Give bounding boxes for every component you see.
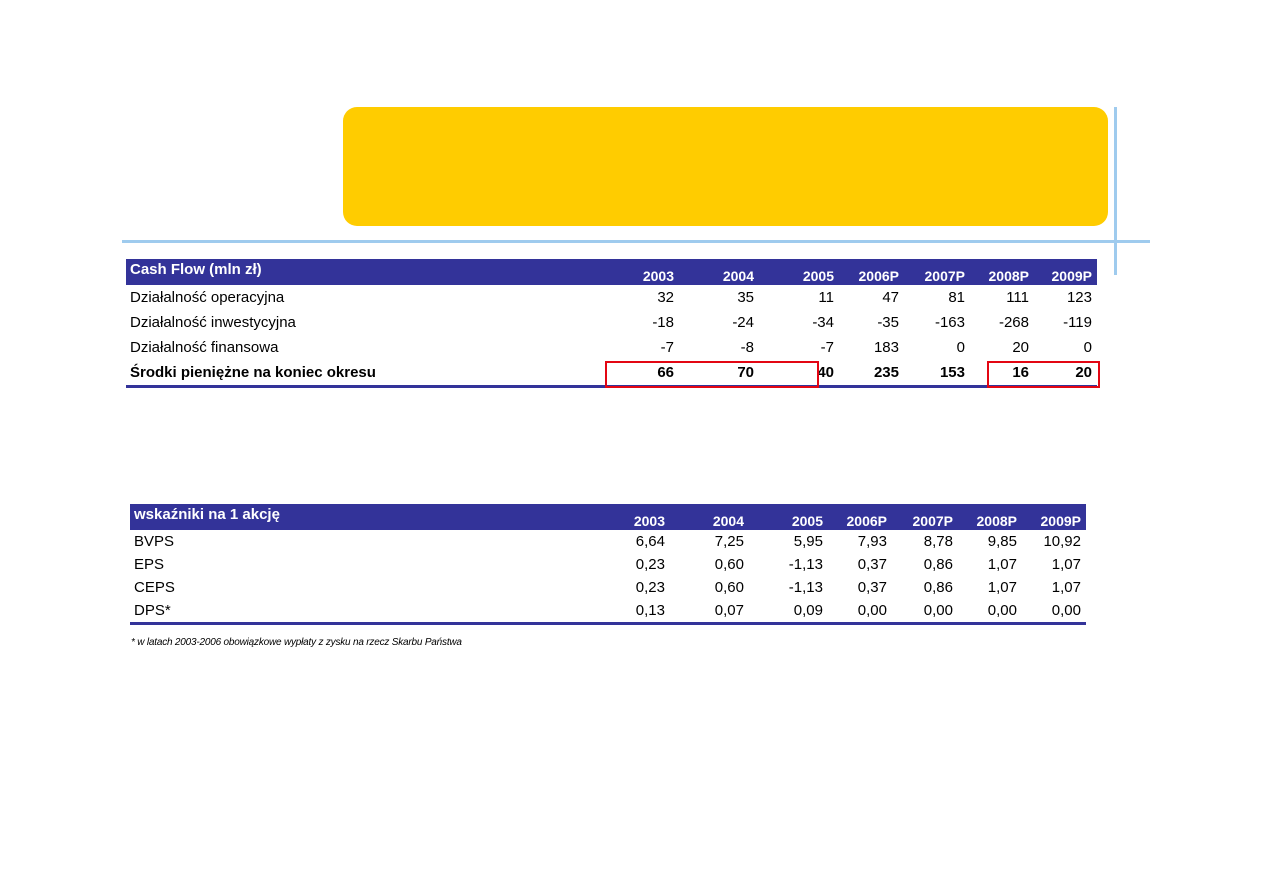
decorative-vertical-line <box>1114 107 1117 275</box>
cell-value: 0,00 <box>892 599 958 625</box>
cell-value: 35 <box>737 289 754 306</box>
cell-value: 7,25 <box>714 533 744 550</box>
cell-value: 0,23 <box>635 579 665 596</box>
cell-value: 5,95 <box>793 533 823 550</box>
table-row: Działalność inwestycyjna -18 -24 -34 -35… <box>126 310 1097 335</box>
highlight-box-2008-2009 <box>987 361 1100 388</box>
cell-value: -1,13 <box>788 579 823 596</box>
year-header: 2009P <box>1022 504 1086 530</box>
cell-value: -163 <box>934 314 965 331</box>
cell-value: 32 <box>657 289 674 306</box>
cell-value: -7 <box>820 339 834 356</box>
cell-value: 0,07 <box>670 599 749 625</box>
year-header: 2005 <box>749 504 828 530</box>
cell-value: -119 <box>1063 314 1092 331</box>
row-label: Działalność inwestycyjna <box>130 314 296 331</box>
cell-value: 183 <box>873 339 899 356</box>
cell-value: 10,92 <box>1043 533 1081 550</box>
cell-value: 123 <box>1066 289 1092 306</box>
cell-value: 1,07 <box>987 579 1017 596</box>
cell-value: 0,00 <box>828 599 892 625</box>
cell-value: 0,00 <box>1022 599 1086 625</box>
cell-value: 1,07 <box>1051 579 1081 596</box>
year-header: 2005 <box>759 259 839 285</box>
cell-value: 11 <box>818 289 834 306</box>
table-row: BVPS 6,64 7,25 5,95 7,93 8,78 9,85 10,92 <box>130 530 1086 553</box>
cell-value: 0,37 <box>857 579 887 596</box>
cell-value: 0,13 <box>590 599 670 625</box>
cell-value: 6,64 <box>635 533 665 550</box>
cell-value: 0,86 <box>923 579 953 596</box>
row-label: EPS <box>134 556 165 573</box>
cell-value: 0,00 <box>958 599 1022 625</box>
table-row: EPS 0,23 0,60 -1,13 0,37 0,86 1,07 1,07 <box>130 553 1086 576</box>
year-header: 2008P <box>970 259 1034 285</box>
cell-value: -24 <box>732 314 754 331</box>
year-header: 2007P <box>904 259 970 285</box>
cell-value: 0,37 <box>857 556 887 573</box>
cell-value: -268 <box>998 314 1029 331</box>
cell-value: 47 <box>882 289 899 306</box>
year-header: 2008P <box>958 504 1022 530</box>
row-label: Działalność operacyjna <box>130 289 285 306</box>
cell-value: -8 <box>740 339 754 356</box>
per-share-table: wskaźniki na 1 akcję 2003 2004 2005 2006… <box>130 504 1086 625</box>
cell-value: -1,13 <box>788 556 823 573</box>
table-row: CEPS 0,23 0,60 -1,13 0,37 0,86 1,07 1,07 <box>130 576 1086 599</box>
cell-value: 153 <box>904 360 970 388</box>
cell-value: 0 <box>956 339 965 356</box>
cell-value: -7 <box>660 339 674 356</box>
year-header: 2004 <box>679 259 759 285</box>
cell-value: 0 <box>1083 339 1092 356</box>
row-label: Środki pieniężne na koniec okresu <box>126 360 599 388</box>
decorative-horizontal-line <box>122 240 1150 243</box>
year-header: 2003 <box>599 259 679 285</box>
per-share-title: wskaźniki na 1 akcję <box>130 504 590 530</box>
cell-value: 1,07 <box>987 556 1017 573</box>
cell-value: 0,86 <box>923 556 953 573</box>
cell-value: 7,93 <box>857 533 887 550</box>
highlight-box-2003-2005 <box>605 361 819 388</box>
year-header: 2009P <box>1034 259 1097 285</box>
cell-value: 0,60 <box>714 579 744 596</box>
table-row: DPS* 0,13 0,07 0,09 0,00 0,00 0,00 0,00 <box>130 599 1086 625</box>
row-label: CEPS <box>134 579 175 596</box>
cell-value: 0,60 <box>714 556 744 573</box>
slide-title-box <box>343 107 1108 226</box>
cash-flow-header-row: Cash Flow (mln zł) 2003 2004 2005 2006P … <box>126 259 1097 285</box>
per-share-header-row: wskaźniki na 1 akcję 2003 2004 2005 2006… <box>130 504 1086 530</box>
year-header: 2004 <box>670 504 749 530</box>
year-header: 2007P <box>892 504 958 530</box>
row-label: BVPS <box>134 533 175 550</box>
cell-value: 20 <box>1012 339 1029 356</box>
year-header: 2003 <box>590 504 670 530</box>
year-header: 2006P <box>828 504 892 530</box>
cell-value: 1,07 <box>1051 556 1081 573</box>
cell-value: 0,23 <box>635 556 665 573</box>
year-header: 2006P <box>839 259 904 285</box>
cell-value: -34 <box>812 314 834 331</box>
cell-value: 111 <box>1006 289 1029 306</box>
row-label: Działalność finansowa <box>130 339 279 356</box>
table-row: Działalność finansowa -7 -8 -7 183 0 20 … <box>126 335 1097 360</box>
cell-value: -18 <box>652 314 674 331</box>
cell-value: 8,78 <box>923 533 953 550</box>
cash-flow-title: Cash Flow (mln zł) <box>126 259 599 285</box>
cell-value: 9,85 <box>987 533 1017 550</box>
row-label: DPS* <box>130 599 590 625</box>
cell-value: 235 <box>839 360 904 388</box>
table-row: Działalność operacyjna 32 35 11 47 81 11… <box>126 285 1097 310</box>
cell-value: 81 <box>948 289 965 306</box>
cell-value: 0,09 <box>749 599 828 625</box>
cell-value: -35 <box>877 314 899 331</box>
footnote: * w latach 2003-2006 obowiązkowe wypłaty… <box>131 637 462 648</box>
